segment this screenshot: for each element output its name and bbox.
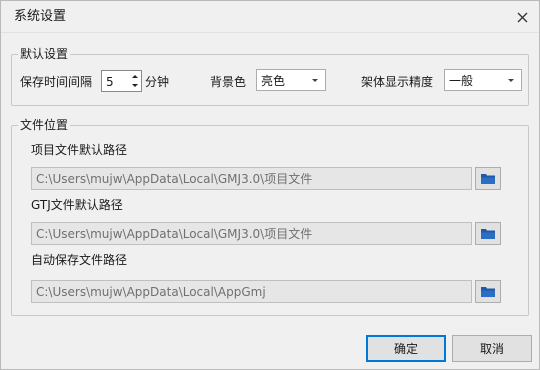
dialog-title: 系统设置 — [14, 9, 67, 24]
close-button[interactable] — [511, 6, 533, 28]
folder-icon — [481, 174, 495, 184]
settings-dialog: 系统设置 默认设置 保存时间间隔 5 分钟 背景色 亮色 架体显示精度 一般 文… — [0, 0, 540, 370]
display-precision-select[interactable]: 一般 — [444, 69, 522, 91]
display-precision-value: 一般 — [449, 74, 474, 88]
project-path-value: C:\Users\mujw\AppData\Local\GMJ3.0\项目文件 — [36, 172, 313, 186]
autosave-path-browse-button[interactable] — [475, 280, 501, 303]
cancel-button[interactable]: 取消 — [452, 335, 532, 362]
ok-button[interactable]: 确定 — [366, 335, 446, 362]
autosave-interval-value: 5 — [106, 75, 114, 89]
autosave-interval-unit: 分钟 — [145, 75, 170, 89]
project-path-field[interactable]: C:\Users\mujw\AppData\Local\GMJ3.0\项目文件 — [31, 167, 472, 190]
background-color-select[interactable]: 亮色 — [256, 69, 326, 91]
gtj-path-value: C:\Users\mujw\AppData\Local\GMJ3.0\项目文件 — [36, 227, 313, 241]
display-precision-label: 架体显示精度 — [361, 75, 434, 89]
gtj-path-field[interactable]: C:\Users\mujw\AppData\Local\GMJ3.0\项目文件 — [31, 222, 472, 245]
chevron-down-icon — [312, 79, 318, 82]
autosave-path-field[interactable]: C:\Users\mujw\AppData\Local\AppGmj — [31, 280, 472, 303]
autosave-interval-spinbox[interactable]: 5 — [101, 70, 142, 92]
gtj-path-label: GTJ文件默认路径 — [31, 198, 123, 212]
chevron-down-icon — [508, 79, 514, 82]
autosave-interval-label: 保存时间间隔 — [20, 75, 93, 89]
background-color-label: 背景色 — [210, 75, 247, 89]
gtj-path-browse-button[interactable] — [475, 222, 501, 245]
default-settings-legend: 默认设置 — [18, 46, 71, 62]
folder-icon — [481, 229, 495, 239]
background-color-value: 亮色 — [261, 74, 286, 88]
title-bar: 系统设置 — [1, 1, 539, 33]
close-icon — [517, 12, 527, 22]
chevron-down-icon[interactable] — [130, 81, 140, 90]
autosave-path-label: 自动保存文件路径 — [31, 253, 128, 267]
autosave-path-value: C:\Users\mujw\AppData\Local\AppGmj — [36, 285, 266, 299]
chevron-up-icon[interactable] — [130, 72, 140, 81]
project-path-browse-button[interactable] — [475, 167, 501, 190]
folder-icon — [481, 287, 495, 297]
file-location-legend: 文件位置 — [18, 117, 71, 133]
project-path-label: 项目文件默认路径 — [31, 143, 128, 157]
